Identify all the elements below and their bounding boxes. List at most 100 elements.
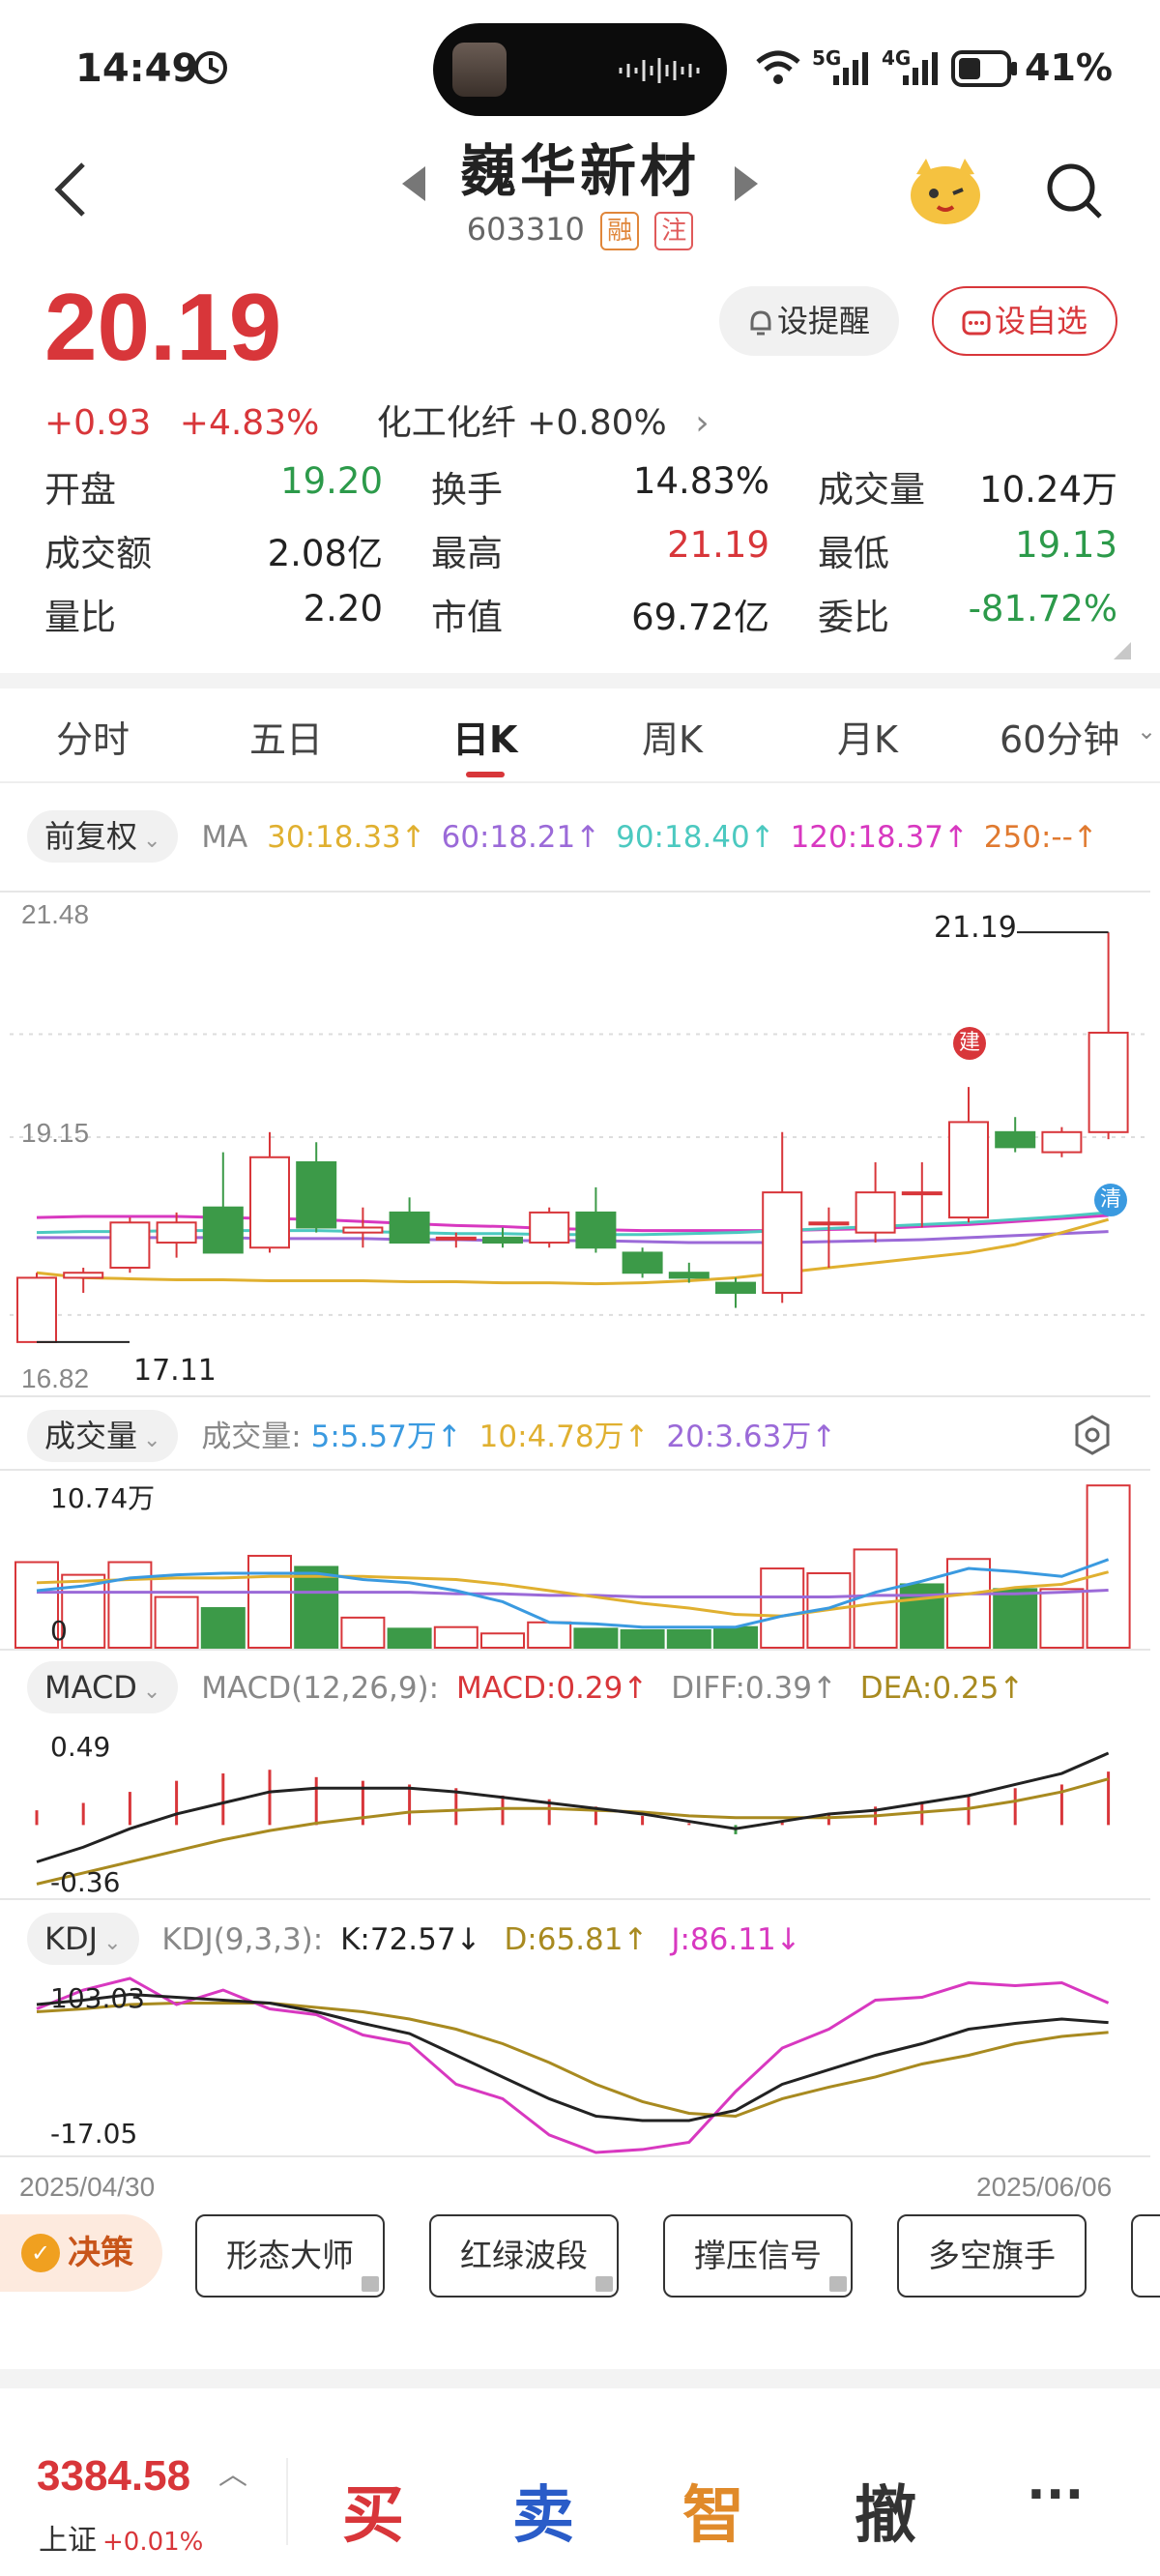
tab-intraday[interactable]: 分时 xyxy=(56,710,130,763)
macd-select-label: MACD xyxy=(44,1669,137,1706)
section-divider xyxy=(0,2369,1160,2388)
candle-body xyxy=(901,1191,942,1196)
macd-chart[interactable] xyxy=(0,1721,1160,1901)
add-watchlist-label: 设自选 xyxy=(994,303,1088,339)
tab-daily-k[interactable]: 日K xyxy=(452,710,517,763)
candle-body xyxy=(63,1272,104,1279)
buy-signal-marker[interactable]: 建 xyxy=(953,1027,986,1060)
set-alert-button[interactable]: 设提醒 xyxy=(719,286,899,356)
mascot-icon[interactable] xyxy=(907,153,984,226)
sell-signal-marker[interactable]: 清 xyxy=(1094,1184,1127,1216)
set-alert-label: 设提醒 xyxy=(776,303,870,339)
volume-legend: 成交量 ⌄ 成交量: 5:5.57万↑ 10:4.78万↑ 20:3.63万↑ xyxy=(27,1410,836,1462)
dea-line xyxy=(36,1777,1110,1886)
decision-toolbar: ✓ 决策 形态大师 红绿波段 撑压信号 多空旗手 xyxy=(0,2214,1160,2301)
kdj-legend: KDJ ⌄ KDJ(9,3,3): K:72.57↓ D:65.81↑ J:86.… xyxy=(27,1913,801,1965)
candle-body xyxy=(482,1236,523,1244)
stat-label: 换手 xyxy=(431,469,503,511)
lock-icon xyxy=(362,2276,379,2292)
cancel-order-button[interactable]: 撤 xyxy=(855,2466,916,2555)
tab-more-chevron-icon[interactable]: ⌄ xyxy=(1137,717,1156,745)
next-stock-button[interactable] xyxy=(735,166,758,201)
price-change-pct: +4.83% xyxy=(179,403,320,443)
candle-body xyxy=(156,1221,197,1244)
ma250-value: 250:--↑ xyxy=(983,820,1098,855)
stat-turnover: 换手 14.83% xyxy=(431,460,769,520)
decision-badge[interactable]: ✓ 决策 xyxy=(0,2214,162,2292)
sell-button[interactable]: 卖 xyxy=(512,2466,574,2555)
tab-five-day[interactable]: 五日 xyxy=(249,710,323,763)
tab-monthly-k[interactable]: 月K xyxy=(837,710,898,763)
volume-bar xyxy=(340,1616,386,1649)
tool-label: 撑压信号 xyxy=(694,2237,822,2274)
chevron-right-icon: › xyxy=(695,403,710,443)
more-button[interactable]: ··· xyxy=(1027,2466,1084,2524)
adjust-mode-label: 前复权 xyxy=(44,818,138,855)
stat-label: 市值 xyxy=(431,597,503,638)
volume-max-label: 10.74万 xyxy=(50,1482,156,1514)
smart-button[interactable]: 智 xyxy=(682,2466,744,2555)
volume-select[interactable]: 成交量 ⌄ xyxy=(27,1410,179,1462)
candle-body xyxy=(808,1221,850,1226)
lock-icon xyxy=(595,2276,613,2292)
candle-body xyxy=(529,1211,570,1244)
chevron-down-icon: ⌄ xyxy=(143,829,161,853)
stat-value: 2.20 xyxy=(303,588,383,629)
macd-legend: MACD ⌄ MACD(12,26,9): MACD:0.29↑ DIFF:0.3… xyxy=(27,1661,1024,1713)
volume-bar xyxy=(433,1625,478,1649)
chevron-up-icon[interactable]: ︿ xyxy=(218,2450,247,2493)
volume-bar xyxy=(760,1567,805,1649)
tool-more-partial[interactable] xyxy=(1131,2214,1160,2298)
stat-label: 最高 xyxy=(431,533,503,574)
stat-value: -81.72% xyxy=(968,588,1117,629)
stat-value: 14.83% xyxy=(632,460,769,502)
tab-weekly-k[interactable]: 周K xyxy=(642,710,703,763)
registration-tag: 注 xyxy=(654,212,694,250)
kline-chart[interactable] xyxy=(0,888,1160,1400)
tool-pattern-master[interactable]: 形态大师 xyxy=(195,2214,385,2298)
status-time: 14:49 xyxy=(75,46,199,91)
tool-bull-bear-flag[interactable]: 多空旗手 xyxy=(897,2214,1087,2298)
macd-diff-value: DIFF:0.39↑ xyxy=(671,1671,837,1706)
candle-body xyxy=(855,1191,896,1234)
audio-wave-icon xyxy=(619,58,700,83)
index-name: 上证 xyxy=(39,2524,97,2558)
buy-button[interactable]: 买 xyxy=(342,2466,404,2555)
candle-body xyxy=(715,1281,756,1294)
kdj-select[interactable]: KDJ ⌄ xyxy=(27,1913,139,1965)
kdj-k-value: K:72.57↓ xyxy=(340,1922,481,1957)
volume-chart[interactable] xyxy=(0,1468,1160,1652)
index-name-row[interactable]: 上证 +0.01% xyxy=(39,2516,203,2559)
volume-bar xyxy=(666,1628,711,1649)
adjust-mode-select[interactable]: 前复权 ⌄ xyxy=(27,810,179,863)
kdj-j-value: J:86.11↓ xyxy=(671,1922,801,1957)
volume-title: 成交量: xyxy=(201,1420,302,1454)
tool-red-green-band[interactable]: 红绿波段 xyxy=(429,2214,619,2298)
kdj-chart[interactable] xyxy=(0,1969,1160,2158)
candle-body xyxy=(249,1156,290,1249)
margin-tag: 融 xyxy=(600,212,640,250)
expand-corner-icon[interactable] xyxy=(1114,642,1131,659)
decision-label: 决策 xyxy=(68,2234,133,2272)
add-watchlist-button[interactable]: 设自选 xyxy=(932,286,1117,356)
volume-bar xyxy=(527,1621,572,1649)
stat-open: 开盘 19.20 xyxy=(44,460,383,520)
price-change: +0.93 xyxy=(44,403,152,443)
macd-select[interactable]: MACD ⌄ xyxy=(27,1661,179,1713)
stat-value: 2.08亿 xyxy=(267,533,383,574)
settings-icon[interactable] xyxy=(1071,1414,1114,1456)
candle-body xyxy=(1041,1130,1083,1154)
search-icon[interactable] xyxy=(1044,161,1106,222)
price-change-row: +0.93 +4.83% 化工化纤 +0.80% › xyxy=(44,395,727,445)
sector-link[interactable]: 化工化纤 +0.80% xyxy=(377,403,667,443)
tab-60min[interactable]: 60分钟 xyxy=(1000,710,1119,763)
macd-value: MACD:0.29↑ xyxy=(455,1671,649,1706)
volume-bar xyxy=(247,1554,292,1649)
kdj-select-label: KDJ xyxy=(44,1920,99,1957)
index-change: +0.01% xyxy=(102,2528,204,2557)
index-value[interactable]: 3384.58 xyxy=(37,2452,190,2501)
candle-body xyxy=(1088,1031,1129,1133)
volume-bar xyxy=(993,1588,1038,1649)
tool-support-resistance[interactable]: 撑压信号 xyxy=(663,2214,853,2298)
volume-bar xyxy=(294,1566,339,1649)
